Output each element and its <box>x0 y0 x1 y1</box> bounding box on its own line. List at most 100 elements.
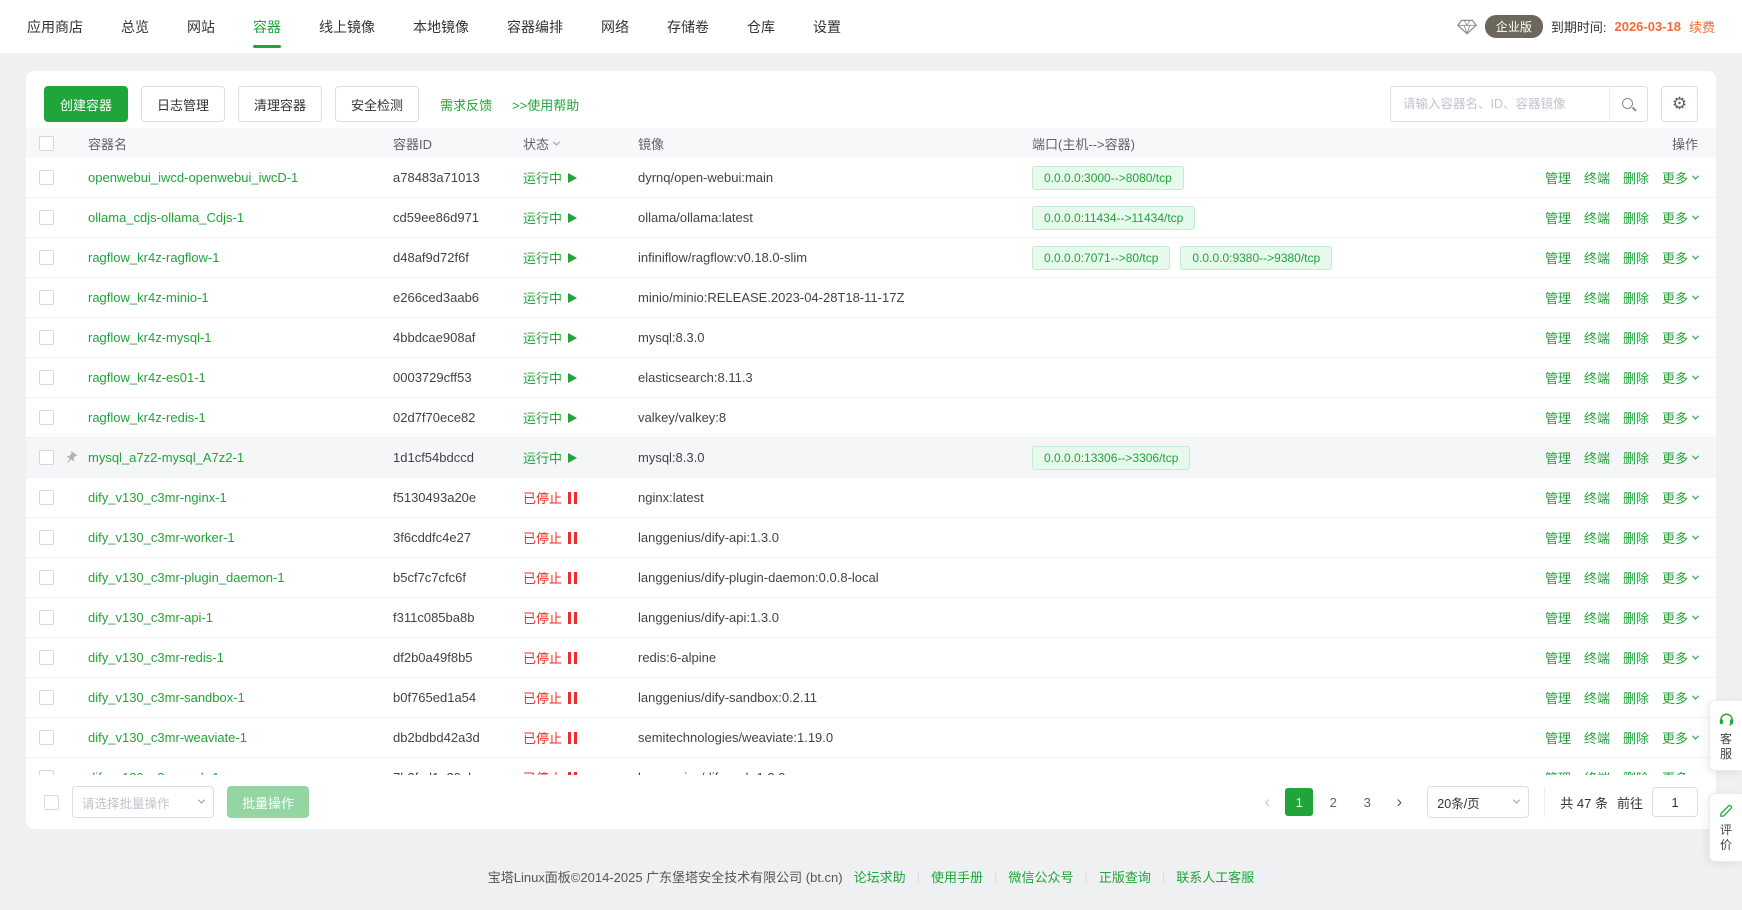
row-checkbox[interactable] <box>39 450 54 465</box>
nav-item-volume[interactable]: 存储卷 <box>667 0 709 53</box>
row-action-delete[interactable]: 删除 <box>1623 408 1649 427</box>
row-action-delete[interactable]: 删除 <box>1623 248 1649 267</box>
status-badge[interactable]: 运行中 <box>523 408 577 427</box>
status-badge[interactable]: 已停止 <box>523 688 577 707</box>
settings-button[interactable]: ⚙ <box>1661 86 1698 122</box>
container-name-link[interactable]: dify_v130_c3mr-plugin_daemon-1 <box>88 570 285 585</box>
status-badge[interactable]: 运行中 <box>523 328 577 347</box>
row-action-manage[interactable]: 管理 <box>1545 688 1571 707</box>
renew-link[interactable]: 续费 <box>1689 17 1715 36</box>
nav-item-settings[interactable]: 设置 <box>813 0 841 53</box>
nav-item-repository[interactable]: 仓库 <box>747 0 775 53</box>
nav-item-website[interactable]: 网站 <box>187 0 215 53</box>
row-checkbox[interactable] <box>39 530 54 545</box>
row-action-terminal[interactable]: 终端 <box>1584 248 1610 267</box>
row-checkbox[interactable] <box>39 370 54 385</box>
row-action-more[interactable]: 更多 <box>1662 608 1698 627</box>
row-action-terminal[interactable]: 终端 <box>1584 368 1610 387</box>
status-badge[interactable]: 运行中 <box>523 288 577 307</box>
status-badge[interactable]: 已停止 <box>523 528 577 547</box>
row-action-manage[interactable]: 管理 <box>1545 608 1571 627</box>
row-action-delete[interactable]: 删除 <box>1623 528 1649 547</box>
next-page-button[interactable]: › <box>1385 788 1413 816</box>
container-name-link[interactable]: dify_v130_c3mr-sandbox-1 <box>88 690 245 705</box>
footer-link-manual[interactable]: 使用手册 <box>931 867 983 886</box>
row-action-delete[interactable]: 删除 <box>1623 328 1649 347</box>
batch-apply-button[interactable]: 批量操作 <box>227 786 309 818</box>
container-name-link[interactable]: ragflow_kr4z-es01-1 <box>88 370 206 385</box>
row-action-more[interactable]: 更多 <box>1662 528 1698 547</box>
row-action-terminal[interactable]: 终端 <box>1584 448 1610 467</box>
row-checkbox[interactable] <box>39 170 54 185</box>
row-action-more[interactable]: 更多 <box>1662 648 1698 667</box>
container-name-link[interactable]: ragflow_kr4z-minio-1 <box>88 290 209 305</box>
row-action-manage[interactable]: 管理 <box>1545 528 1571 547</box>
nav-item-network[interactable]: 网络 <box>601 0 629 53</box>
row-action-delete[interactable]: 删除 <box>1623 368 1649 387</box>
row-action-terminal[interactable]: 终端 <box>1584 608 1610 627</box>
container-name-link[interactable]: dify_v130_c3mr-redis-1 <box>88 650 224 665</box>
select-all-checkbox[interactable] <box>39 136 54 151</box>
container-name-link[interactable]: dify_v130_c3mr-api-1 <box>88 610 213 625</box>
footer-link-contact-support[interactable]: 联系人工客服 <box>1176 867 1254 886</box>
container-name-link[interactable]: ragflow_kr4z-redis-1 <box>88 410 206 425</box>
search-button[interactable] <box>1609 87 1647 121</box>
page-button-2[interactable]: 2 <box>1319 788 1347 816</box>
page-size-select[interactable]: 20条/页 <box>1427 786 1529 818</box>
row-action-manage[interactable]: 管理 <box>1545 208 1571 227</box>
row-action-terminal[interactable]: 终端 <box>1584 528 1610 547</box>
row-action-terminal[interactable]: 终端 <box>1584 288 1610 307</box>
row-action-delete[interactable]: 删除 <box>1623 648 1649 667</box>
row-action-terminal[interactable]: 终端 <box>1584 568 1610 587</box>
container-name-link[interactable]: ragflow_kr4z-ragflow-1 <box>88 250 220 265</box>
row-action-manage[interactable]: 管理 <box>1545 328 1571 347</box>
row-checkbox[interactable] <box>39 330 54 345</box>
footer-link-genuine-check[interactable]: 正版查询 <box>1099 867 1151 886</box>
create-container-button[interactable]: 创建容器 <box>44 86 128 122</box>
row-action-terminal[interactable]: 终端 <box>1584 648 1610 667</box>
row-action-delete[interactable]: 删除 <box>1623 288 1649 307</box>
row-action-terminal[interactable]: 终端 <box>1584 488 1610 507</box>
nav-item-local-image[interactable]: 本地镜像 <box>413 0 469 53</box>
status-badge[interactable]: 已停止 <box>523 728 577 747</box>
clean-container-button[interactable]: 清理容器 <box>238 86 322 122</box>
page-button-1[interactable]: 1 <box>1285 788 1313 816</box>
status-badge[interactable]: 已停止 <box>523 488 577 507</box>
nav-item-container[interactable]: 容器 <box>253 0 281 53</box>
row-checkbox[interactable] <box>39 250 54 265</box>
row-action-terminal[interactable]: 终端 <box>1584 688 1610 707</box>
container-name-link[interactable]: dify_v130_c3mr-nginx-1 <box>88 490 227 505</box>
row-action-delete[interactable]: 删除 <box>1623 688 1649 707</box>
row-action-more[interactable]: 更多 <box>1662 568 1698 587</box>
row-action-terminal[interactable]: 终端 <box>1584 208 1610 227</box>
nav-item-online-image[interactable]: 线上镜像 <box>319 0 375 53</box>
status-badge[interactable]: 已停止 <box>523 648 577 667</box>
row-action-more[interactable]: 更多 <box>1662 288 1698 307</box>
row-action-more[interactable]: 更多 <box>1662 408 1698 427</box>
container-name-link[interactable]: openwebui_iwcd-openwebui_iwcD-1 <box>88 170 298 185</box>
row-action-more[interactable]: 更多 <box>1662 488 1698 507</box>
container-name-link[interactable]: ragflow_kr4z-mysql-1 <box>88 330 212 345</box>
customer-service-widget[interactable]: 客服 <box>1709 700 1742 771</box>
row-action-manage[interactable]: 管理 <box>1545 248 1571 267</box>
row-action-delete[interactable]: 删除 <box>1623 448 1649 467</box>
row-action-more[interactable]: 更多 <box>1662 208 1698 227</box>
footer-link-wechat-official[interactable]: 微信公众号 <box>1008 867 1073 886</box>
row-action-more[interactable]: 更多 <box>1662 368 1698 387</box>
row-action-delete[interactable]: 删除 <box>1623 168 1649 187</box>
row-action-terminal[interactable]: 终端 <box>1584 328 1610 347</box>
status-badge[interactable]: 运行中 <box>523 168 577 187</box>
row-action-manage[interactable]: 管理 <box>1545 488 1571 507</box>
container-name-link[interactable]: mysql_a7z2-mysql_A7z2-1 <box>88 450 244 465</box>
nav-item-compose[interactable]: 容器编排 <box>507 0 563 53</box>
header-status-filter[interactable]: 状态 <box>523 134 559 153</box>
row-action-manage[interactable]: 管理 <box>1545 448 1571 467</box>
row-action-more[interactable]: 更多 <box>1662 768 1698 775</box>
container-name-link[interactable]: ollama_cdjs-ollama_Cdjs-1 <box>88 210 244 225</box>
batch-select-all-checkbox[interactable] <box>44 795 59 810</box>
page-button-3[interactable]: 3 <box>1353 788 1381 816</box>
row-action-manage[interactable]: 管理 <box>1545 368 1571 387</box>
row-action-manage[interactable]: 管理 <box>1545 408 1571 427</box>
row-checkbox[interactable] <box>39 690 54 705</box>
row-checkbox[interactable] <box>39 210 54 225</box>
